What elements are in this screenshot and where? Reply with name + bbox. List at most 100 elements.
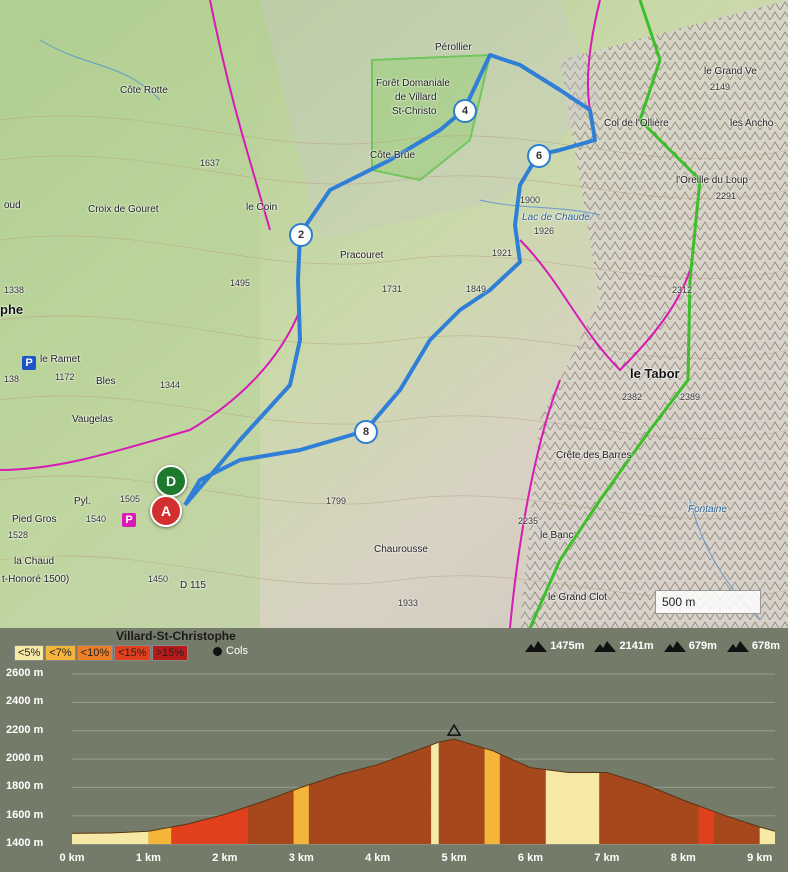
map-place-label: Bles bbox=[96, 376, 116, 387]
parking-icon-alt[interactable]: P bbox=[122, 513, 136, 527]
profile-chart bbox=[0, 628, 788, 872]
map-place-label: 1172 bbox=[55, 372, 75, 382]
gradient-band bbox=[484, 748, 500, 844]
x-tick-label: 6 km bbox=[517, 852, 544, 864]
map-place-label: 1495 bbox=[230, 278, 251, 288]
route-waypoint[interactable]: 6 bbox=[527, 144, 551, 168]
map-canvas bbox=[0, 0, 788, 628]
map-place-label: 2312 bbox=[672, 285, 693, 295]
map-place-label: Côte Brûe bbox=[370, 150, 416, 161]
map-place-label: Pérollier bbox=[435, 42, 472, 53]
map-place-label: oud bbox=[4, 200, 21, 211]
map-place-label: 1540 bbox=[86, 514, 107, 524]
gradient-band bbox=[698, 805, 714, 844]
x-tick-label: 1 km bbox=[135, 852, 161, 864]
x-tick-label: 0 km bbox=[59, 852, 85, 864]
map-place-label: la Chaud bbox=[14, 556, 55, 567]
x-tick-label: 9 km bbox=[747, 852, 773, 864]
x-tick-label: 7 km bbox=[594, 852, 620, 864]
profile-stat: 678m bbox=[726, 640, 780, 652]
map-place-label: 1921 bbox=[492, 248, 513, 258]
map-place-label: le Grand Ve bbox=[704, 66, 757, 77]
y-tick-label: 1600 m bbox=[6, 808, 44, 821]
map-place-label: 1731 bbox=[382, 284, 403, 294]
y-tick-label: 1400 m bbox=[6, 837, 44, 849]
map-place-label: 2149 bbox=[710, 82, 731, 92]
route-waypoint[interactable]: 8 bbox=[354, 420, 378, 444]
profile-title: Villard-St-Christophe bbox=[116, 629, 236, 643]
map-place-label: 138 bbox=[4, 374, 20, 384]
mountain-icon bbox=[525, 641, 548, 652]
profile-stat-value: 2141m bbox=[619, 640, 654, 652]
map-place-label: Fontaine bbox=[688, 504, 727, 515]
col-dot-icon bbox=[213, 646, 222, 656]
map-place-label: Pracouret bbox=[340, 250, 384, 261]
profile-stat-value: 1475m bbox=[550, 640, 585, 652]
y-tick-label: 2200 m bbox=[6, 723, 44, 736]
map-place-label: 1450 bbox=[148, 574, 169, 584]
legend-item: <5% bbox=[14, 645, 45, 661]
map-place-label: Crête des Barres bbox=[556, 450, 632, 461]
legend-item: >15% bbox=[151, 645, 189, 661]
x-tick-label: 8 km bbox=[670, 852, 696, 864]
gradient-band bbox=[438, 739, 485, 844]
map-place-label: 1505 bbox=[120, 494, 141, 504]
profile-stat: 1475m bbox=[525, 640, 584, 652]
map-place-label: D 115 bbox=[180, 580, 206, 591]
ascent-icon bbox=[663, 641, 686, 652]
map-place-label: Vaugelas bbox=[72, 414, 113, 425]
map-place-label: le Coin bbox=[246, 202, 278, 213]
topo-map[interactable]: Pérollier Côte Rotte Forêt Domaniale de Vil… bbox=[0, 0, 788, 628]
legend-item: <7% bbox=[45, 645, 76, 661]
scale-bar: 500 m bbox=[655, 590, 761, 614]
map-place-label: 1926 bbox=[534, 226, 555, 236]
map-place-label: Lac de Chaude bbox=[522, 212, 590, 223]
scale-label: 500 m bbox=[662, 595, 696, 609]
profile-stat: 679m bbox=[663, 640, 717, 652]
map-place-label: Pyl. bbox=[74, 496, 91, 507]
map-place-label: Pied Gros bbox=[12, 514, 57, 525]
map-place-label: 1528 bbox=[8, 530, 29, 540]
mountain-up-icon bbox=[594, 641, 617, 652]
map-place-label: 1344 bbox=[160, 380, 181, 390]
y-tick-label: 2000 m bbox=[6, 752, 44, 765]
map-place-label: 2389 bbox=[680, 392, 701, 402]
y-tick-label: 2600 m bbox=[6, 667, 44, 680]
map-place-label: l'Oreille du Loup bbox=[676, 175, 748, 186]
map-place-label: 1637 bbox=[200, 158, 221, 168]
end-marker[interactable]: A bbox=[150, 495, 182, 527]
cols-legend: Cols bbox=[213, 645, 248, 657]
map-place-label: les Ancho bbox=[730, 118, 774, 129]
start-marker[interactable]: D bbox=[155, 465, 187, 497]
map-place-label: phe bbox=[0, 302, 24, 317]
parking-icon[interactable]: P bbox=[22, 356, 36, 370]
map-place-label: le Banc bbox=[540, 530, 574, 541]
x-tick-label: 3 km bbox=[288, 852, 314, 864]
map-place-label: le Grand Clot bbox=[548, 592, 607, 603]
x-tick-label: 2 km bbox=[212, 852, 238, 864]
gradient-band bbox=[545, 769, 600, 844]
map-place-label: Forêt Domaniale bbox=[376, 78, 450, 89]
map-place-label: t-Honoré 1500) bbox=[2, 574, 70, 585]
map-place-label: Côte Rotte bbox=[120, 85, 168, 96]
y-tick-label: 2400 m bbox=[6, 695, 44, 708]
x-tick-label: 4 km bbox=[365, 852, 391, 864]
y-tick-label: 1800 m bbox=[6, 780, 44, 793]
cols-label: Cols bbox=[226, 645, 249, 657]
route-waypoint[interactable]: 2 bbox=[289, 223, 313, 247]
legend-item: <10% bbox=[76, 645, 114, 661]
map-place-label: 1338 bbox=[4, 285, 25, 295]
map-place-label: Croix de Gouret bbox=[88, 204, 159, 215]
elevation-profile[interactable] bbox=[0, 628, 788, 872]
map-place-label: 2291 bbox=[716, 191, 737, 201]
map-place-label: Col de l'Ollière bbox=[604, 118, 669, 129]
map-place-label: 1799 bbox=[326, 496, 347, 506]
profile-stat-value: 679m bbox=[688, 640, 717, 652]
map-place-label: 1933 bbox=[398, 598, 419, 608]
route-waypoint[interactable]: 4 bbox=[453, 99, 477, 123]
map-place-label: 1900 bbox=[520, 195, 541, 205]
map-place-label: 2382 bbox=[622, 392, 643, 402]
map-place-label: le Tabor bbox=[630, 366, 680, 381]
map-place-label: Chaurousse bbox=[374, 544, 428, 555]
profile-stat-value: 678m bbox=[751, 640, 780, 652]
